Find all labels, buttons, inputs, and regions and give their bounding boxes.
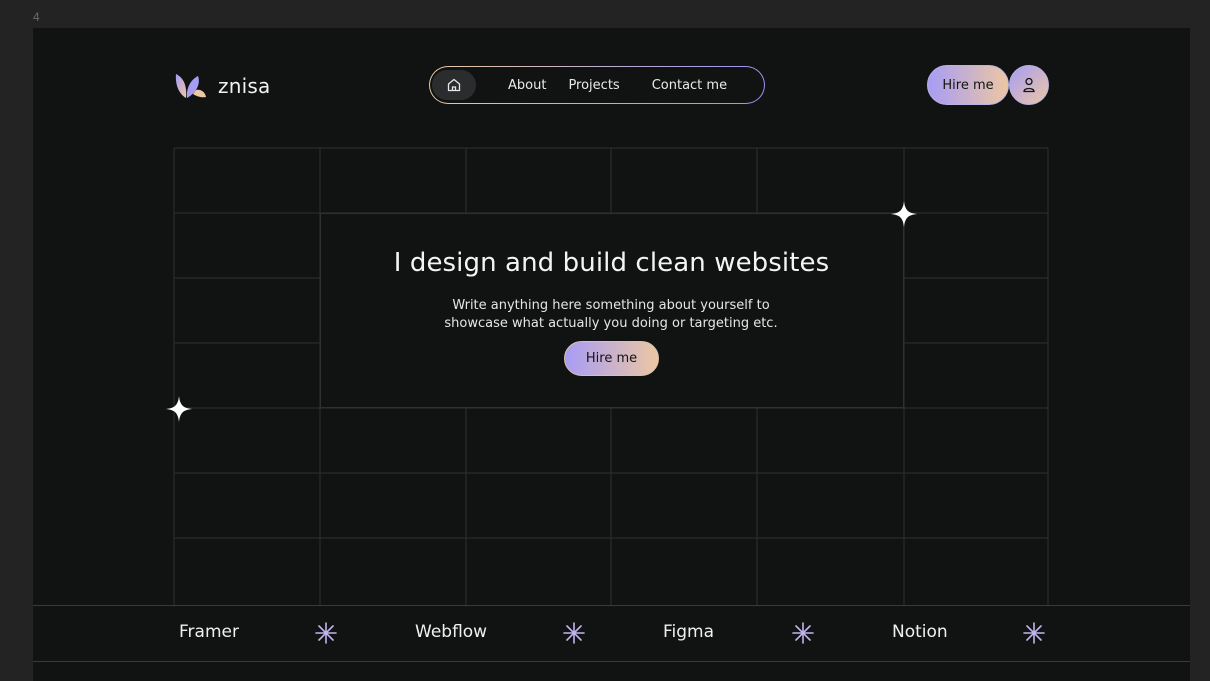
- hero-subtitle: Write anything here something about your…: [411, 297, 811, 333]
- page-canvas: znisa About Projects Contact me Hire me …: [33, 28, 1190, 681]
- tool-notion: Notion: [892, 622, 948, 642]
- asterisk-icon: [315, 622, 337, 644]
- tool-framer: Framer: [179, 622, 239, 642]
- hero-subtitle-line: showcase what actually you doing or targ…: [444, 316, 778, 331]
- home-icon: [447, 78, 461, 92]
- user-button[interactable]: [1009, 65, 1049, 105]
- hero-title: I design and build clean websites: [393, 248, 830, 278]
- hire-me-button[interactable]: Hire me: [927, 65, 1009, 105]
- hero-hire-me-button[interactable]: Hire me: [564, 341, 659, 376]
- brand-logo[interactable]: znisa: [174, 73, 270, 99]
- hero-subtitle-line: Write anything here something about your…: [452, 298, 770, 313]
- sparkle-icon: [891, 201, 917, 227]
- tool-webflow: Webflow: [415, 622, 488, 642]
- nav-link-contact[interactable]: Contact me: [652, 78, 727, 93]
- nav-link-about[interactable]: About: [508, 78, 546, 93]
- frame-label: 4: [33, 10, 40, 24]
- asterisk-icon: [792, 622, 814, 644]
- nav-link-projects[interactable]: Projects: [568, 78, 619, 93]
- logo-leaf-icon: [175, 74, 206, 98]
- tool-figma: Figma: [663, 622, 715, 642]
- nav-home-button[interactable]: [432, 70, 476, 100]
- user-icon: [1023, 77, 1035, 93]
- asterisk-icon: [563, 622, 585, 644]
- tools-strip: Framer Webflow Figma Notion: [33, 605, 1190, 662]
- sparkle-icon: [166, 396, 192, 422]
- main-nav: About Projects Contact me: [429, 66, 765, 104]
- asterisk-icon: [1023, 622, 1045, 644]
- brand-name: znisa: [218, 74, 271, 98]
